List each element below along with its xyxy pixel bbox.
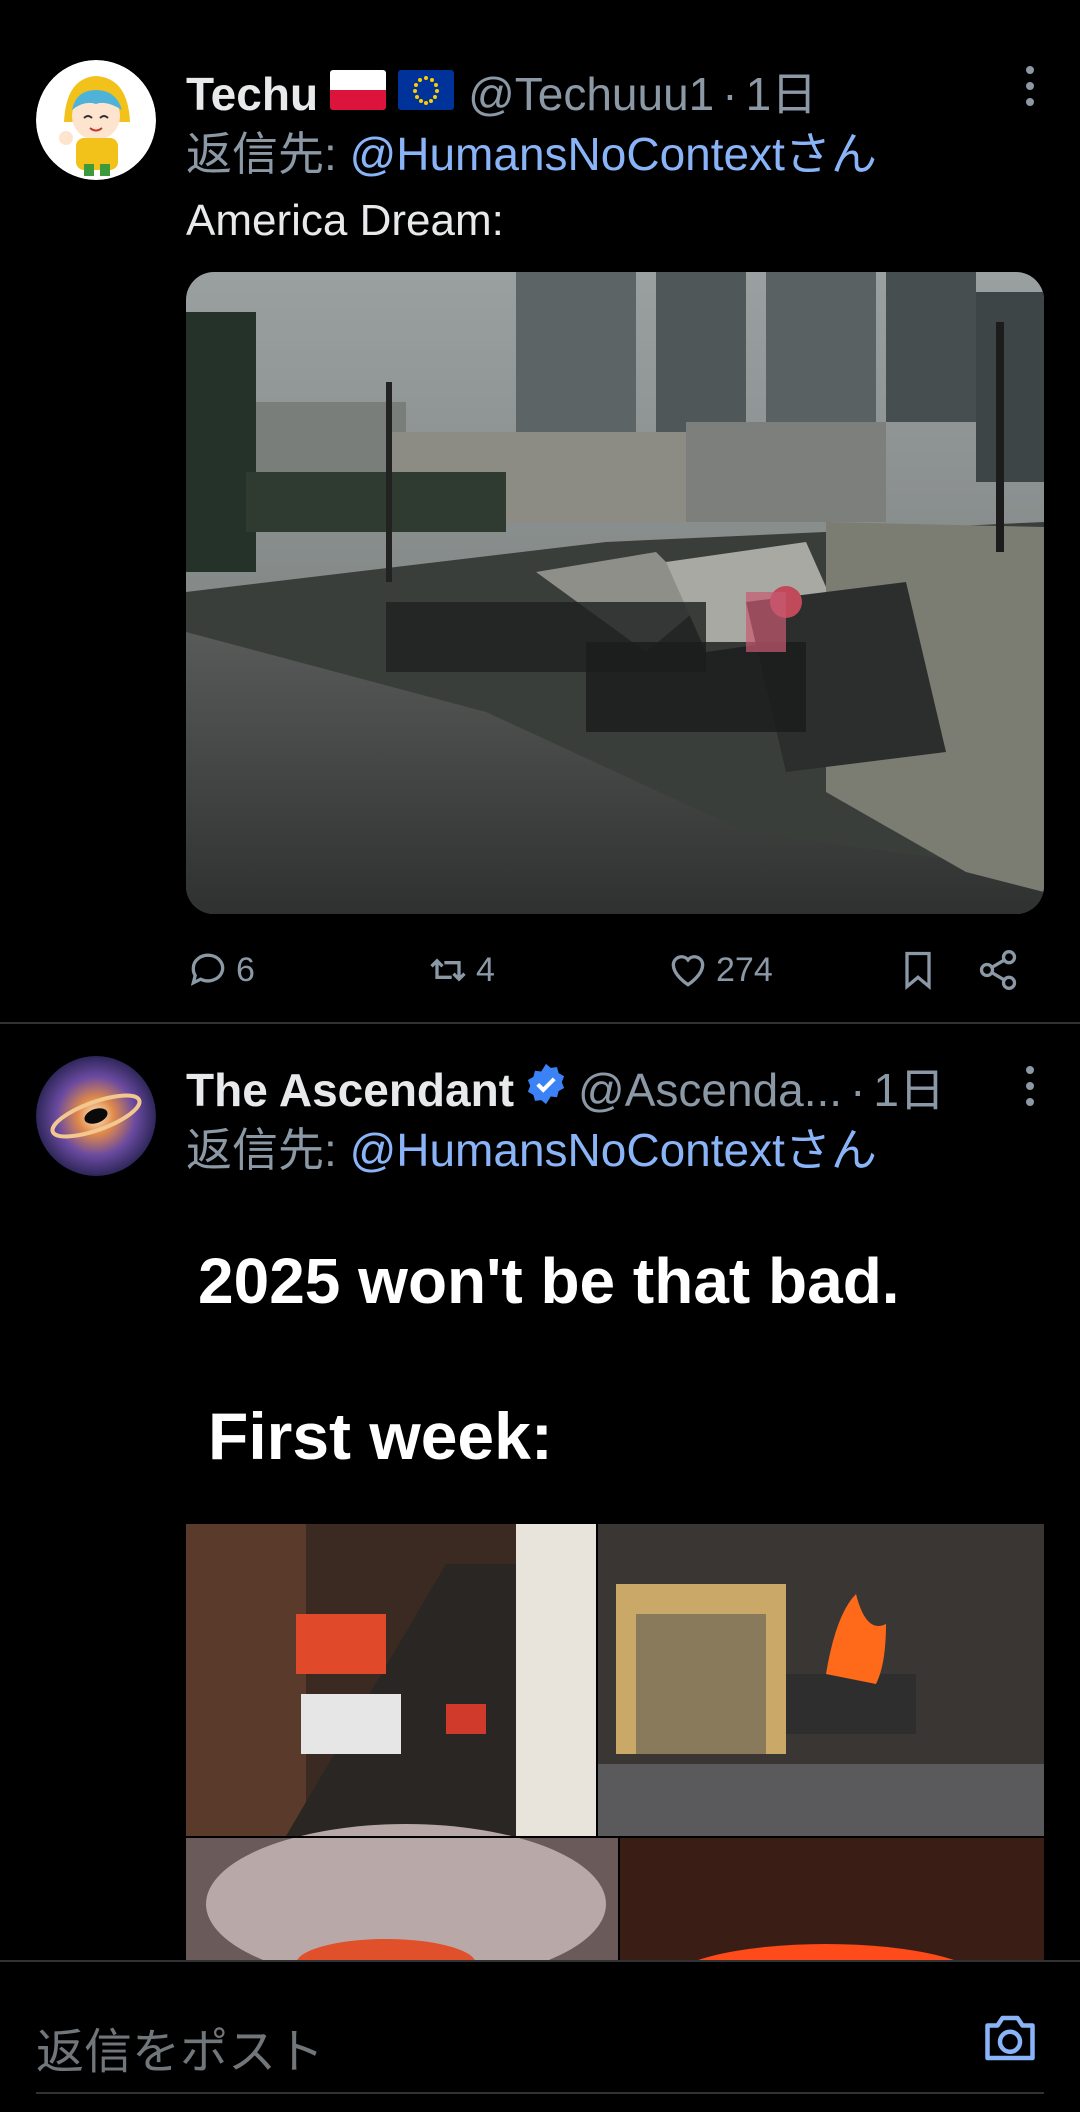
reply-prefix: 返信先:	[186, 1124, 337, 1176]
reply-icon	[190, 953, 225, 986]
user-handle[interactable]: @Techuuu1	[468, 67, 714, 121]
avatar[interactable]	[36, 1056, 156, 1176]
like-button[interactable]: 274	[666, 940, 773, 1000]
post-text: America Dream:	[186, 196, 504, 245]
reply-count: 6	[236, 950, 255, 989]
separator: ·	[850, 1064, 866, 1116]
reply-mention-link[interactable]: @HumansNoContextさん	[350, 1124, 877, 1176]
post-ascendant[interactable]: The Ascendant @Ascenda... · 1日 返信先: @Hum…	[0, 1024, 1080, 1984]
poland-flag-icon	[330, 70, 387, 110]
display-name[interactable]: The Ascendant	[186, 1063, 514, 1117]
verified-badge-icon	[524, 1062, 568, 1106]
reply-to-line: 返信先: @HumansNoContextさん	[186, 118, 877, 184]
share-icon	[979, 950, 1017, 990]
reply-button[interactable]: 6	[186, 940, 255, 1000]
separator: ·	[722, 68, 738, 120]
meme-caption-2: First week:	[208, 1399, 553, 1473]
reply-mention-link[interactable]: @HumansNoContextさん	[350, 128, 877, 180]
post-time[interactable]: 1日	[873, 1054, 945, 1120]
reply-composer: 返信をポスト	[0, 1960, 1080, 2112]
input-underline	[36, 2092, 1044, 2094]
more-options-icon[interactable]	[1010, 1056, 1050, 1116]
bookmark-button[interactable]	[896, 940, 940, 1000]
display-name[interactable]: Techu	[186, 67, 318, 121]
share-button[interactable]	[976, 940, 1020, 1000]
post-time[interactable]: 1日	[746, 58, 818, 124]
post-techu[interactable]: Techu @Techuuu1 · 1日 返信先: @HumansNoConte…	[0, 0, 1080, 1020]
like-count: 274	[716, 950, 773, 989]
avatar[interactable]	[36, 60, 156, 180]
more-options-icon[interactable]	[1010, 56, 1050, 116]
reply-prefix: 返信先:	[186, 128, 337, 180]
reply-to-line: 返信先: @HumansNoContextさん	[186, 1114, 877, 1180]
repost-button[interactable]: 4	[426, 940, 495, 1000]
post-image-meme[interactable]: 2025 won't be that bad. First week:	[186, 1194, 1044, 1984]
bookmark-icon	[905, 951, 931, 991]
eu-flag-icon	[398, 70, 455, 110]
reply-input[interactable]: 返信をポスト	[36, 2012, 324, 2082]
user-handle[interactable]: @Ascenda...	[578, 1063, 842, 1117]
post-image[interactable]	[186, 272, 1044, 914]
repost-count: 4	[476, 950, 495, 989]
post-actions: 6 4 274	[186, 940, 1044, 1000]
post-header: The Ascendant @Ascenda... · 1日	[186, 1054, 1020, 1120]
post-header: Techu @Techuuu1 · 1日	[186, 58, 1020, 124]
heart-icon	[671, 955, 705, 987]
camera-icon[interactable]	[980, 2010, 1040, 2066]
meme-caption-1: 2025 won't be that bad.	[198, 1245, 900, 1317]
repost-icon	[430, 958, 466, 982]
